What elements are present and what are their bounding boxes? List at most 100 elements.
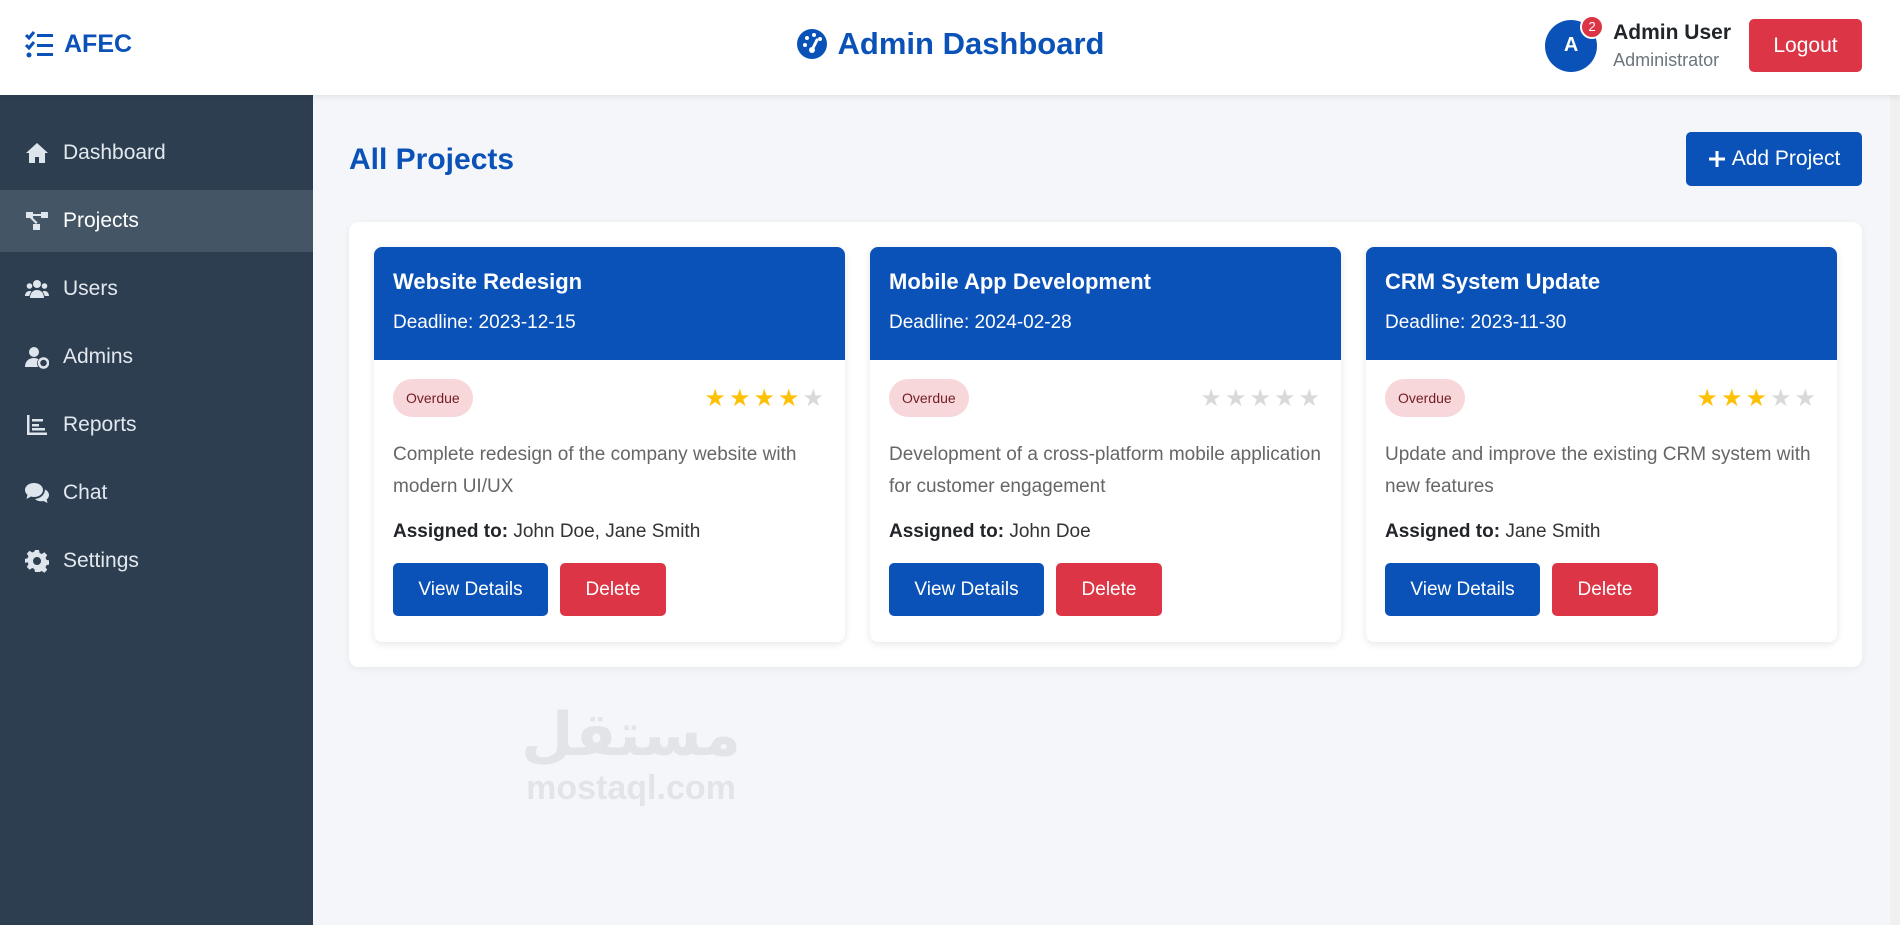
- project-title: Website Redesign: [393, 269, 583, 294]
- avatar-initial: A: [1563, 34, 1579, 56]
- users-icon: [25, 280, 49, 298]
- plus-icon: [1708, 151, 1725, 167]
- star-filled-icon[interactable]: ★: [1696, 385, 1721, 412]
- tasks-icon: [24, 30, 53, 57]
- project-description: Update and improve the existing CRM syst…: [1385, 444, 1811, 497]
- status-badge: Overdue: [889, 379, 969, 417]
- delete-button[interactable]: Delete: [1552, 563, 1658, 616]
- sidebar-item-projects[interactable]: Projects: [0, 190, 313, 252]
- card-actions: View Details Delete: [889, 563, 1322, 616]
- project-title: Mobile App Development: [889, 269, 1151, 294]
- star-empty-icon[interactable]: ★: [802, 385, 827, 412]
- card-body: Overdue ★★★★★ Complete redesign of the c…: [374, 360, 845, 616]
- star-filled-icon[interactable]: ★: [729, 385, 754, 412]
- project-assigned: Assigned to: John Doe: [889, 521, 1322, 543]
- project-deadline: Deadline: 2023-12-15: [393, 312, 576, 333]
- card-body: Overdue ★★★★★ Development of a cross-pla…: [870, 360, 1341, 616]
- sidebar-item-dashboard[interactable]: Dashboard: [0, 122, 313, 184]
- project-card: Mobile App Development Deadline: 2024-02…: [870, 247, 1341, 642]
- star-filled-icon[interactable]: ★: [704, 385, 729, 412]
- sidebar-item-reports[interactable]: Reports: [0, 394, 313, 456]
- star-rating[interactable]: ★★★★★: [1200, 384, 1323, 413]
- assigned-label: Assigned to:: [889, 521, 1005, 542]
- star-filled-icon[interactable]: ★: [753, 385, 778, 412]
- card-header: Mobile App Development Deadline: 2024-02…: [870, 247, 1341, 360]
- sidebar-item-label: Chat: [63, 481, 108, 504]
- notification-badge[interactable]: 2: [1580, 14, 1605, 39]
- project-assigned: Assigned to: Jane Smith: [1385, 521, 1818, 543]
- star-empty-icon[interactable]: ★: [1225, 385, 1250, 412]
- scrollbar[interactable]: [1890, 0, 1900, 925]
- home-icon: [26, 143, 48, 163]
- star-empty-icon[interactable]: ★: [1249, 385, 1274, 412]
- view-details-button[interactable]: View Details: [889, 563, 1044, 616]
- project-card: CRM System Update Deadline: 2023-11-30 O…: [1366, 247, 1837, 642]
- sidebar-item-label: Dashboard: [63, 141, 166, 164]
- delete-button[interactable]: Delete: [1056, 563, 1162, 616]
- star-empty-icon[interactable]: ★: [1274, 385, 1299, 412]
- project-deadline: Deadline: 2024-02-28: [889, 312, 1072, 333]
- brand-name: AFEC: [64, 30, 133, 58]
- sidebar-item-users[interactable]: Users: [0, 258, 313, 320]
- project-card: Website Redesign Deadline: 2023-12-15 Ov…: [374, 247, 845, 642]
- tachometer-icon: [796, 29, 827, 59]
- project-description: Development of a cross-platform mobile a…: [889, 444, 1321, 497]
- assigned-label: Assigned to:: [393, 521, 509, 542]
- sidebar-item-label: Reports: [63, 413, 137, 436]
- star-empty-icon[interactable]: ★: [1770, 385, 1795, 412]
- chart-icon: [27, 415, 47, 435]
- star-rating[interactable]: ★★★★★: [1696, 384, 1819, 413]
- project-diagram-icon: [26, 212, 48, 230]
- star-filled-icon[interactable]: ★: [1745, 385, 1770, 412]
- comments-icon: [25, 483, 49, 503]
- sidebar-item-label: Users: [63, 277, 118, 300]
- star-filled-icon[interactable]: ★: [1721, 385, 1746, 412]
- delete-button[interactable]: Delete: [560, 563, 666, 616]
- project-assigned: Assigned to: John Doe, Jane Smith: [393, 521, 826, 543]
- sidebar-item-chat[interactable]: Chat: [0, 462, 313, 524]
- add-project-label: Add Project: [1731, 147, 1841, 170]
- user-role: Administrator: [1613, 49, 1720, 70]
- star-filled-icon[interactable]: ★: [778, 385, 803, 412]
- section-title: All Projects: [349, 143, 515, 176]
- card-header: Website Redesign Deadline: 2023-12-15: [374, 247, 845, 360]
- assigned-users: Jane Smith: [1505, 521, 1601, 542]
- brand-logo[interactable]: AFEC: [24, 30, 132, 59]
- card-actions: View Details Delete: [393, 563, 826, 616]
- sidebar-item-label: Admins: [63, 345, 134, 368]
- sidebar-item-settings[interactable]: Settings: [0, 530, 313, 592]
- user-area: A 2 Admin User Administrator Logout: [1545, 14, 1862, 72]
- star-empty-icon[interactable]: ★: [1794, 385, 1819, 412]
- sidebar-item-label: Projects: [63, 209, 139, 232]
- gear-icon: [25, 550, 49, 573]
- user-name: Admin User: [1613, 20, 1731, 44]
- project-description: Complete redesign of the company website…: [393, 444, 797, 497]
- add-project-button[interactable]: Add Project: [1686, 132, 1862, 186]
- watermark: مستقل mostaql.com: [514, 700, 748, 806]
- star-rating[interactable]: ★★★★★: [704, 384, 827, 413]
- card-header: CRM System Update Deadline: 2023-11-30: [1366, 247, 1837, 360]
- assigned-users: John Doe: [1009, 521, 1091, 542]
- status-badge: Overdue: [393, 379, 473, 417]
- sidebar-item-admins[interactable]: Admins: [0, 326, 313, 388]
- assigned-label: Assigned to:: [1385, 521, 1501, 542]
- view-details-button[interactable]: View Details: [1385, 563, 1540, 616]
- status-badge: Overdue: [1385, 379, 1465, 417]
- project-deadline: Deadline: 2023-11-30: [1385, 312, 1567, 333]
- avatar[interactable]: A 2: [1545, 14, 1605, 72]
- card-actions: View Details Delete: [1385, 563, 1818, 616]
- page-title: Admin Dashboard: [837, 26, 1105, 61]
- watermark-latin: mostaql.com: [526, 769, 736, 807]
- projects-panel: Website Redesign Deadline: 2023-12-15 Ov…: [349, 222, 1862, 667]
- user-info: Admin User Administrator: [1613, 21, 1731, 71]
- assigned-users: John Doe, Jane Smith: [513, 521, 701, 542]
- star-empty-icon[interactable]: ★: [1298, 385, 1323, 412]
- view-details-button[interactable]: View Details: [393, 563, 548, 616]
- logout-button[interactable]: Logout: [1749, 19, 1862, 72]
- project-title: CRM System Update: [1385, 269, 1601, 294]
- card-body: Overdue ★★★★★ Update and improve the exi…: [1366, 360, 1837, 616]
- sidebar-item-label: Settings: [63, 549, 139, 572]
- top-bar: AFEC Admin Dashboard A 2 Admin User Admi…: [0, 0, 1900, 95]
- watermark-arabic: مستقل: [521, 700, 741, 770]
- star-empty-icon[interactable]: ★: [1200, 385, 1225, 412]
